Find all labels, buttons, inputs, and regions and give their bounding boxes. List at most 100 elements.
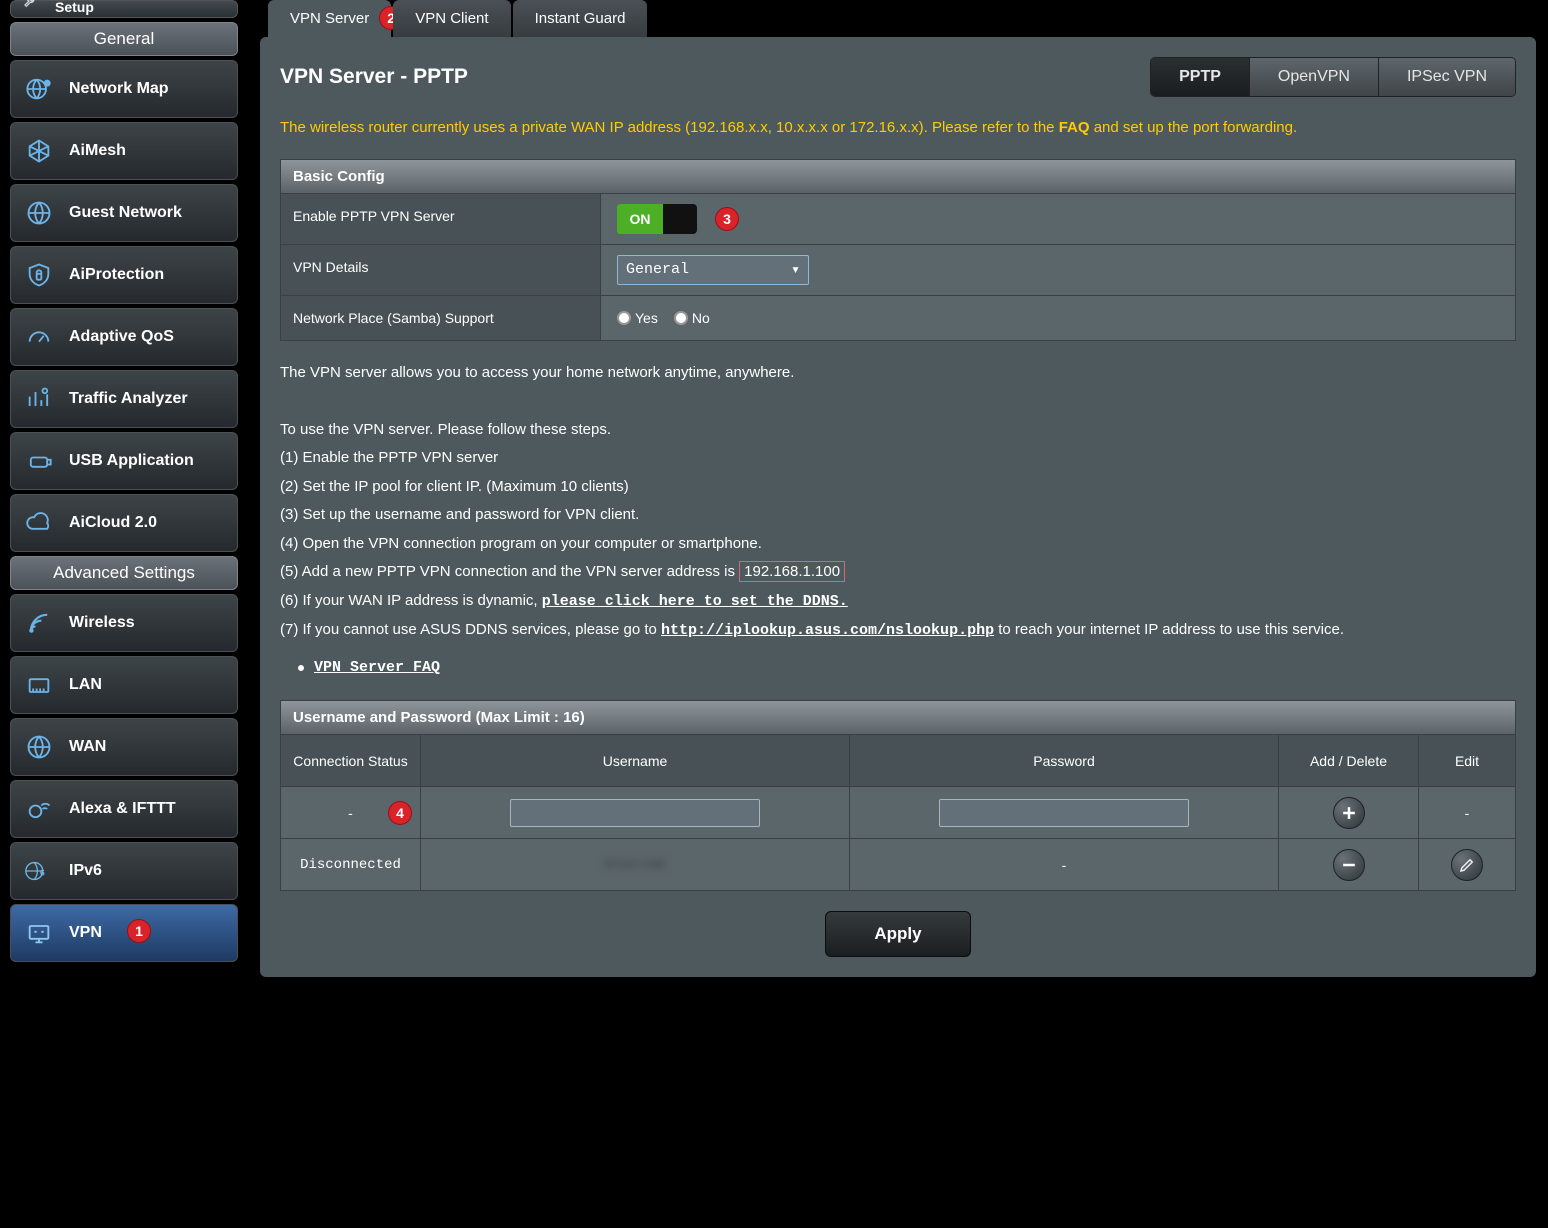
label: Setup [55,0,94,15]
th-username: Username [421,735,850,786]
password-value: - [850,839,1279,890]
table-row-1: Disconnected blurred - [281,838,1515,890]
ipv6-icon: 6 [23,857,55,885]
label: Enable PPTP VPN Server [281,194,601,244]
sidebar-item-alexa-ifttt[interactable]: Alexa & IFTTT [10,780,238,838]
faq-link[interactable]: FAQ [1059,119,1090,136]
step-1: (1) Enable the PPTP VPN server [280,444,1516,473]
ddns-link[interactable]: please click here to set the DDNS. [542,593,848,610]
label: AiMesh [69,142,126,160]
step-7: (7) If you cannot use ASUS DDNS services… [280,616,1516,646]
th-password: Password [850,735,1279,786]
sidebar-item-aimesh[interactable]: AiMesh [10,122,238,180]
tab-instant-guard[interactable]: Instant Guard [513,0,648,37]
iplookup-link[interactable]: http://iplookup.asus.com/nslookup.php [661,622,994,639]
sidebar-item-lan[interactable]: LAN [10,656,238,714]
enable-toggle[interactable]: ON [617,204,697,234]
label: AiProtection [69,266,164,284]
username-input[interactable] [510,799,760,827]
seg-ipsec[interactable]: IPSec VPN [1379,58,1515,96]
cloud-icon [23,509,55,537]
main-content: VPN Server 2 VPN Client Instant Guard VP… [248,0,1548,989]
steps-intro: To use the VPN server. Please follow the… [280,416,1516,445]
userpass-header: Username and Password (Max Limit : 16) [281,701,1515,734]
vpn-server-faq-link[interactable]: VPN Server FAQ [314,654,440,683]
sidebar: Setup General Network Map AiMesh Guest N… [0,0,248,989]
sidebar-item-setup[interactable]: Setup [10,0,238,18]
step-4: (4) Open the VPN connection program on y… [280,530,1516,559]
sidebar-item-traffic-analyzer[interactable]: Traffic Analyzer [10,370,238,428]
radio-dot-icon [674,311,688,325]
seg-pptp[interactable]: PPTP [1151,58,1250,96]
warning-text-pre: The wireless router currently uses a pri… [280,119,1059,136]
step-6: (6) If your WAN IP address is dynamic, p… [280,587,1516,617]
toggle-on-label: ON [617,204,663,234]
annotation-badge-1: 1 [127,919,151,943]
label: USB Application [69,452,194,470]
voice-icon [23,795,55,823]
radio-label: Yes [635,310,658,326]
label: Adaptive QoS [69,328,174,346]
vpn-monitor-icon [23,919,55,947]
shield-lock-icon [23,261,55,289]
row-vpn-details: VPN Details General ▾ [280,245,1516,296]
apply-button[interactable]: Apply [825,911,970,957]
warning-banner: The wireless router currently uses a pri… [280,115,1516,141]
globe-grid-icon [23,199,55,227]
label: Alexa & IFTTT [69,800,176,818]
radio-dot-icon [617,311,631,325]
sidebar-item-vpn[interactable]: VPN 1 [10,904,238,962]
label: AiCloud 2.0 [69,514,157,532]
panel: VPN Server - PPTP PPTP OpenVPN IPSec VPN… [260,37,1536,977]
analytics-icon [23,385,55,413]
sidebar-item-wireless[interactable]: Wireless [10,594,238,652]
delete-button[interactable] [1333,849,1365,881]
tab-label: VPN Client [415,10,488,27]
tab-vpn-client[interactable]: VPN Client [393,0,510,37]
label: LAN [69,676,102,694]
username-blurred: blurred [606,857,665,873]
tab-vpn-server[interactable]: VPN Server 2 [268,0,391,37]
ethernet-icon [23,671,55,699]
seg-openvpn[interactable]: OpenVPN [1250,58,1379,96]
row-samba-support: Network Place (Samba) Support Yes No [280,296,1516,341]
userpass-table: Username and Password (Max Limit : 16) C… [280,700,1516,891]
sidebar-item-wan[interactable]: WAN [10,718,238,776]
sidebar-item-guest-network[interactable]: Guest Network [10,184,238,242]
step-2: (2) Set the IP pool for client IP. (Maxi… [280,473,1516,502]
sidebar-item-usb-application[interactable]: USB Application [10,432,238,490]
svg-text:6: 6 [40,868,45,878]
annotation-badge-4: 4 [388,801,412,825]
th-edit: Edit [1419,735,1515,786]
add-button[interactable] [1333,797,1365,829]
table-row-input: - 4 - [281,786,1515,838]
label: Network Map [69,80,169,98]
gauge-icon [23,323,55,351]
label: VPN [69,924,102,942]
status-value: Disconnected [281,839,421,890]
radio-no[interactable]: No [674,310,710,326]
edit-button[interactable] [1451,849,1483,881]
basic-config-header: Basic Config [280,159,1516,194]
password-input[interactable] [939,799,1189,827]
label: Traffic Analyzer [69,390,188,408]
radio-yes[interactable]: Yes [617,310,658,326]
sidebar-item-aicloud[interactable]: AiCloud 2.0 [10,494,238,552]
th-add-delete: Add / Delete [1279,735,1419,786]
sidebar-item-aiprotection[interactable]: AiProtection [10,246,238,304]
sidebar-item-network-map[interactable]: Network Map [10,60,238,118]
globe-pin-icon [23,75,55,103]
page-title: VPN Server - PPTP [280,65,468,89]
bullet-icon [298,665,304,671]
globe-icon [23,733,55,761]
wrench-icon [21,0,41,15]
annotation-badge-3: 3 [715,207,739,231]
sidebar-item-ipv6[interactable]: 6 IPv6 [10,842,238,900]
vpn-details-select[interactable]: General ▾ [617,255,809,285]
step-3: (3) Set up the username and password for… [280,501,1516,530]
section-header-general: General [10,22,238,56]
sidebar-item-adaptive-qos[interactable]: Adaptive QoS [10,308,238,366]
row-enable-pptp: Enable PPTP VPN Server ON 3 [280,194,1516,245]
label: VPN Details [281,245,601,295]
table-header-row: Connection Status Username Password Add … [281,734,1515,786]
